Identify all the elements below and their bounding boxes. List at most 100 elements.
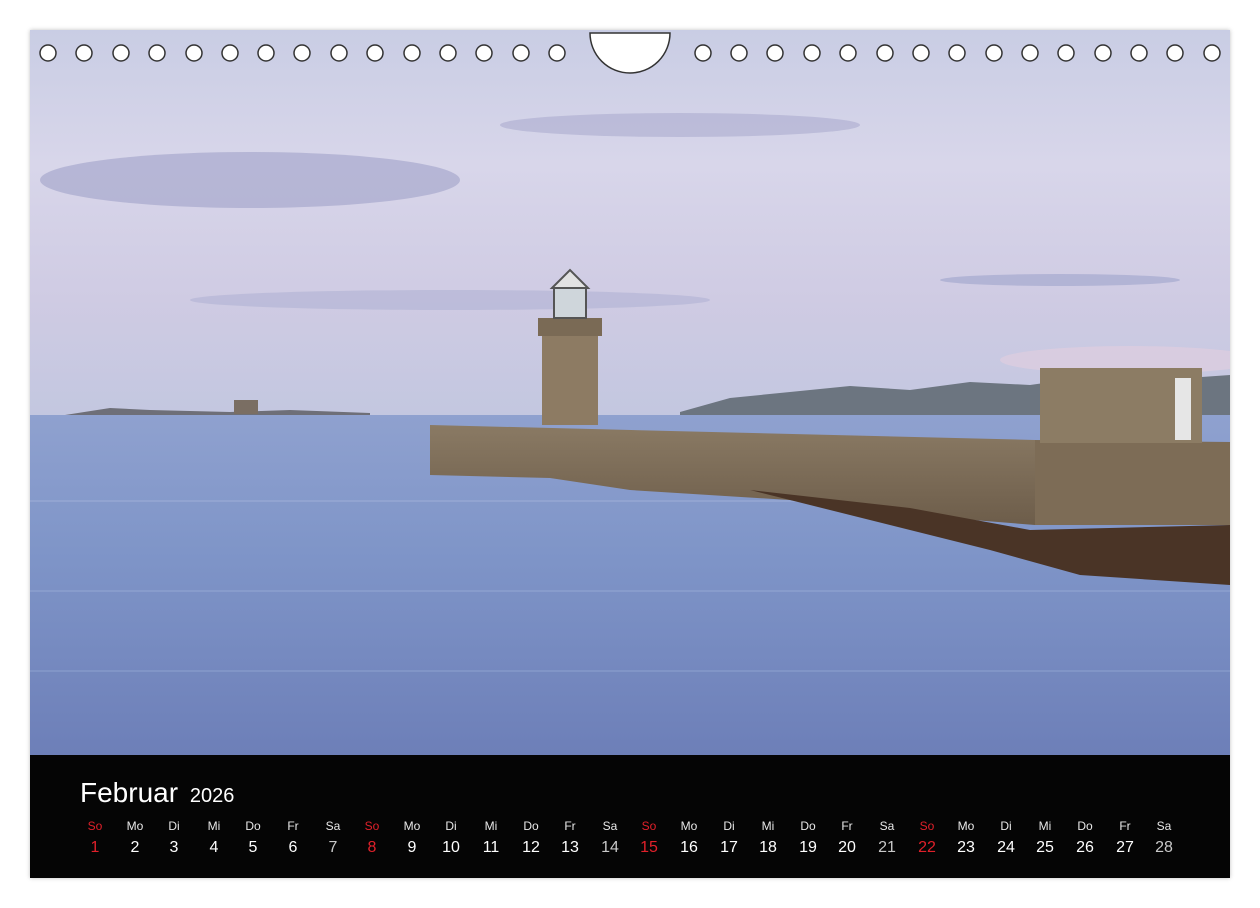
calendar-day: Sa 28 <box>1144 817 1184 861</box>
binding-hole <box>766 44 784 62</box>
binding-hole <box>548 44 566 62</box>
binding-hole <box>876 44 894 62</box>
binding-hole <box>694 44 712 62</box>
binding-hole <box>185 44 203 62</box>
weekday-label: Di <box>168 819 180 833</box>
calendar-day: Sa 21 <box>867 817 907 861</box>
day-number: 4 <box>209 839 219 856</box>
binding-hole <box>1021 44 1039 62</box>
calendar-day: So 1 <box>75 817 115 861</box>
weekday-label: Mi <box>761 819 775 833</box>
calendar-day: Mi 18 <box>748 817 788 861</box>
binding-hole <box>948 44 966 62</box>
weekday-label: Do <box>245 819 261 833</box>
spiral-binding <box>39 32 1221 74</box>
calendar-day: Sa 14 <box>590 817 630 861</box>
binding-hole <box>293 44 311 62</box>
binding-hole <box>1166 44 1184 62</box>
binding-hole <box>75 44 93 62</box>
day-number: 21 <box>878 839 896 856</box>
binding-hole <box>512 44 530 62</box>
calendar-page: Februar 2026 So 1 Mo 2 Di 3 Mi 4 Do 5 Fr 6 Sa 7 So 8 Mo 9… <box>30 30 1230 878</box>
calendar-day: Sa 7 <box>313 817 353 861</box>
calendar-day: Do 12 <box>511 817 551 861</box>
weekday-label: Sa <box>602 819 618 833</box>
day-number: 2 <box>130 839 140 856</box>
calendar-day: Di 17 <box>709 817 749 861</box>
weekday-label: So <box>641 819 657 833</box>
calendar-day: Di 10 <box>431 817 471 861</box>
weekday-label: So <box>364 819 380 833</box>
binding-hole <box>403 44 421 62</box>
day-number: 13 <box>561 839 579 856</box>
calendar-day: Di 24 <box>986 817 1026 861</box>
day-number: 10 <box>442 839 460 856</box>
weekday-label: Mo <box>403 819 421 833</box>
lighthouse-pier-photo <box>30 30 1230 755</box>
calendar-day: Mi 25 <box>1025 817 1065 861</box>
weekday-label: Sa <box>879 819 895 833</box>
day-number: 7 <box>328 839 338 856</box>
binding-hole <box>912 44 930 62</box>
calendar-day: Do 5 <box>233 817 273 861</box>
calendar-day: Mo 16 <box>669 817 709 861</box>
calendar-day: Fr 27 <box>1105 817 1145 861</box>
binding-hole <box>366 44 384 62</box>
day-number: 24 <box>997 839 1015 856</box>
binding-hole <box>475 44 493 62</box>
weekday-label: Fr <box>564 819 576 833</box>
calendar-bar: Februar 2026 So 1 Mo 2 Di 3 Mi 4 Do 5 Fr 6 Sa 7 So 8 Mo 9… <box>30 755 1230 878</box>
calendar-day: Di 3 <box>154 817 194 861</box>
calendar-day: So 22 <box>907 817 947 861</box>
binding-hole <box>148 44 166 62</box>
calendar-day: Fr 13 <box>550 817 590 861</box>
day-number: 15 <box>640 839 658 856</box>
weekday-label: Mo <box>126 819 144 833</box>
day-number: 6 <box>288 839 298 856</box>
calendar-day: So 15 <box>629 817 669 861</box>
day-number: 12 <box>522 839 540 856</box>
weekday-label: Fr <box>1119 819 1131 833</box>
day-number: 8 <box>367 839 377 856</box>
weekday-label: Do <box>1077 819 1093 833</box>
day-number: 26 <box>1076 839 1094 856</box>
binding-hole <box>1130 44 1148 62</box>
weekday-label: Di <box>1000 819 1012 833</box>
binding-hole <box>330 44 348 62</box>
day-number: 11 <box>482 839 500 856</box>
day-number: 9 <box>407 839 417 856</box>
weekday-label: Mi <box>207 819 221 833</box>
day-number: 3 <box>169 839 179 856</box>
weekday-label: Mo <box>957 819 975 833</box>
weekday-label: So <box>919 819 935 833</box>
calendar-day: Do 26 <box>1065 817 1105 861</box>
binding-hole <box>985 44 1003 62</box>
day-grid: So 1 Mo 2 Di 3 Mi 4 Do 5 Fr 6 Sa 7 So 8 Mo 9 Di 10 Mi 11 Do 12 F… <box>75 817 1215 867</box>
binding-hole <box>221 44 239 62</box>
binding-hole <box>839 44 857 62</box>
calendar-day: Do 19 <box>788 817 828 861</box>
day-number: 19 <box>799 839 817 856</box>
hanger-notch <box>589 32 671 74</box>
weekday-label: Mi <box>484 819 498 833</box>
calendar-day: Mo 23 <box>946 817 986 861</box>
day-number: 16 <box>680 839 698 856</box>
weekday-label: Mi <box>1038 819 1052 833</box>
weekday-label: Di <box>723 819 735 833</box>
weekday-label: So <box>87 819 103 833</box>
weekday-label: Sa <box>1156 819 1172 833</box>
calendar-day: Mi 4 <box>194 817 234 861</box>
binding-hole <box>730 44 748 62</box>
calendar-day: Mo 2 <box>115 817 155 861</box>
binding-hole <box>1057 44 1075 62</box>
binding-hole <box>803 44 821 62</box>
month-title: Februar 2026 <box>80 777 234 809</box>
day-number: 28 <box>1155 839 1173 856</box>
day-number: 17 <box>720 839 738 856</box>
day-number: 22 <box>918 839 936 856</box>
calendar-day: So 8 <box>352 817 392 861</box>
weekday-label: Fr <box>287 819 299 833</box>
weekday-label: Di <box>445 819 457 833</box>
day-number: 23 <box>957 839 975 856</box>
binding-hole <box>257 44 275 62</box>
